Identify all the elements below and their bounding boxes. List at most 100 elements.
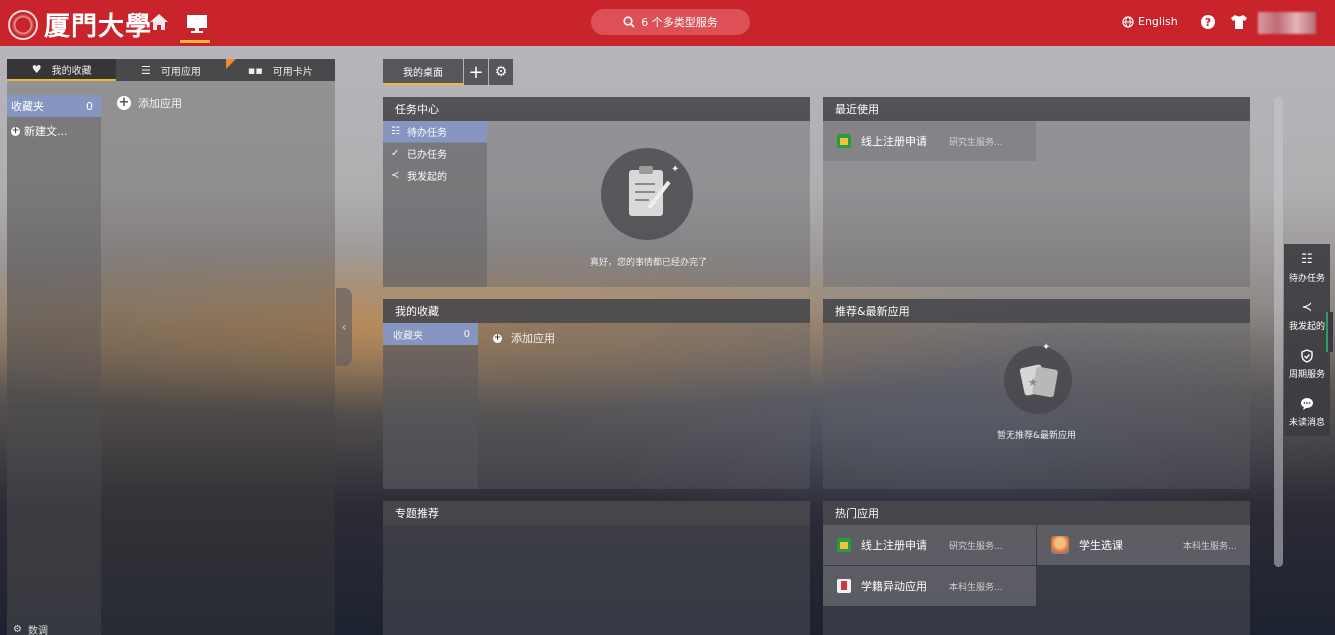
app-category: 本科生服务... [1183, 541, 1237, 552]
app-tile[interactable]: 学籍异动应用 本科生服务... [823, 566, 1036, 606]
chevron-left-icon: ‹ [341, 320, 347, 334]
add-app-button[interactable]: + 添加应用 [493, 330, 555, 346]
shield-check-icon [1300, 348, 1314, 363]
app-category: 本科生服务... [949, 582, 1003, 593]
settings-label: 数调 [27, 626, 48, 635]
plus-circle-icon: + [117, 95, 131, 110]
folder-count: 0 [86, 99, 93, 113]
tab-available-cards[interactable]: ▪▪ 可用卡片 [225, 59, 335, 81]
empty-message: 真好，您的事情都已经办完了 [589, 258, 707, 268]
quick-pending-tasks[interactable]: ☷ 待办任务 [1284, 244, 1330, 292]
language-label: English [1138, 15, 1178, 28]
scrollbar[interactable] [1274, 97, 1283, 567]
search-label: 6 个多类型服务 [641, 16, 718, 29]
active-indicator [180, 40, 210, 43]
quick-initiated[interactable]: ≺ 我发起的 [1284, 292, 1330, 340]
card-title: 最近使用 [823, 97, 1250, 121]
user-avatar[interactable] [1258, 12, 1316, 34]
quick-label: 待办任务 [1288, 273, 1325, 284]
new-folder-button[interactable]: + 新建文... [7, 117, 101, 145]
empty-message: 暂无推荐&最新应用 [996, 431, 1077, 441]
left-panel: ♥ 我的收藏 ☰ 可用应用 ▪▪ 可用卡片 收藏夹 0 + 新建文... + 添… [7, 59, 335, 635]
plus-icon: + [493, 332, 502, 343]
globe-icon [1122, 15, 1134, 28]
tab-my-desktop[interactable]: 我的桌面 [383, 59, 463, 85]
chat-icon [1300, 397, 1314, 411]
folder-label: 收藏夹 [11, 100, 44, 113]
check-icon: ✓ [391, 148, 400, 159]
card-title: 推荐&最新应用 [823, 299, 1250, 323]
card-title: 热门应用 [823, 501, 1250, 525]
top-bar: 厦門大學 6 个多类型服务 English ? [0, 0, 1335, 46]
gear-icon: ⚙ [13, 624, 22, 635]
app-name: 学籍异动应用 [861, 580, 927, 593]
add-app-label: 添加应用 [511, 332, 555, 345]
search-icon [623, 16, 635, 28]
card-title: 我的收藏 [383, 299, 810, 323]
empty-apps-illustration: ★ ✦ [1004, 342, 1072, 414]
list-icon: ☷ [391, 126, 400, 137]
task-item-initiated[interactable]: ≺ 我发起的 [383, 165, 487, 187]
quick-label: 未读消息 [1288, 417, 1325, 428]
share-icon: ≺ [391, 170, 400, 181]
folder-item[interactable]: 收藏夹 0 [383, 323, 478, 345]
list-icon: ☰ [141, 63, 151, 77]
recommend-card: 推荐&最新应用 ★ ✦ 暂无推荐&最新应用 [823, 299, 1250, 489]
tab-my-favorites[interactable]: ♥ 我的收藏 [7, 59, 117, 81]
quick-access-bar: ☷ 待办任务 ≺ 我发起的 周期服务 未读消息 [1284, 244, 1330, 436]
add-desktop-button[interactable]: + [464, 59, 488, 85]
home-icon[interactable] [148, 12, 170, 32]
task-list: ☷ 待办任务 ✓ 已办任务 ≺ 我发起的 [383, 121, 487, 287]
left-tabs: ♥ 我的收藏 ☰ 可用应用 ▪▪ 可用卡片 [7, 59, 335, 81]
app-category: 研究生服务... [949, 541, 1003, 552]
app-tile[interactable]: 线上注册申请 研究生服务... [823, 525, 1036, 565]
app-tile[interactable]: 学生选课 本科生服务... [1037, 525, 1250, 565]
favorites-card: 我的收藏 收藏夹 0 + 添加应用 [383, 299, 810, 489]
language-switch[interactable]: English [1122, 15, 1178, 28]
desktop-icon[interactable] [184, 12, 210, 36]
quick-unread-messages[interactable]: 未读消息 [1284, 388, 1330, 436]
heart-icon: ♥ [31, 62, 42, 76]
new-folder-label: 新建文... [24, 125, 68, 138]
app-category: 研究生服务... [949, 137, 1003, 148]
tab-label: 可用卡片 [272, 66, 313, 78]
app-registration-icon [837, 134, 851, 148]
float-bar-toggle[interactable] [1326, 312, 1333, 352]
corner-badge [225, 59, 236, 69]
svg-text:✦: ✦ [1042, 342, 1050, 353]
app-name: 学生选课 [1079, 539, 1123, 552]
add-app-button[interactable]: + 添加应用 [117, 95, 182, 111]
folder-item[interactable]: 收藏夹 0 [7, 95, 101, 117]
collapse-handle[interactable]: ‹ [336, 288, 352, 366]
task-center-card: 任务中心 ☷ 待办任务 ✓ 已办任务 ≺ 我发起的 ✦ 真好，您的事情都已经办完… [383, 97, 810, 287]
folder-sidebar: 收藏夹 0 + 新建文... [7, 95, 101, 635]
recent-card: 最近使用 线上注册申请 研究生服务... [823, 97, 1250, 287]
app-tile[interactable]: 线上注册申请 研究生服务... [823, 121, 1036, 161]
quick-label: 我发起的 [1288, 321, 1325, 332]
help-icon[interactable]: ? [1200, 14, 1216, 30]
favorites-folder-list: 收藏夹 0 [383, 323, 478, 489]
desk-tabs: 我的桌面 + ⚙ [383, 59, 513, 85]
task-item-pending[interactable]: ☷ 待办任务 [383, 121, 487, 143]
tab-label: 我的收藏 [51, 65, 92, 77]
task-label: 已办任务 [407, 150, 447, 161]
gear-icon: ⚙ [494, 64, 508, 80]
folder-count: 0 [463, 328, 470, 340]
quick-periodic-service[interactable]: 周期服务 [1284, 340, 1330, 388]
grid-icon: ▪▪ [247, 63, 263, 77]
card-title: 任务中心 [383, 97, 810, 121]
desktop-settings-button[interactable]: ⚙ [489, 59, 513, 85]
tab-available-apps[interactable]: ☰ 可用应用 [116, 59, 225, 81]
app-name: 线上注册申请 [861, 539, 927, 552]
settings-button[interactable]: ⚙ 数调 [13, 622, 48, 635]
search-button[interactable]: 6 个多类型服务 [591, 9, 750, 35]
add-app-label: 添加应用 [138, 97, 182, 110]
list-icon: ☷ [1301, 252, 1313, 267]
task-item-done[interactable]: ✓ 已办任务 [383, 143, 487, 165]
university-logo[interactable]: 厦門大學 [8, 6, 152, 43]
svg-text:★: ★ [1028, 376, 1038, 389]
task-label: 待办任务 [407, 128, 447, 139]
seal-icon [8, 9, 38, 40]
skin-icon[interactable] [1230, 13, 1248, 31]
clipboard-illustration: ✦ [601, 148, 693, 240]
